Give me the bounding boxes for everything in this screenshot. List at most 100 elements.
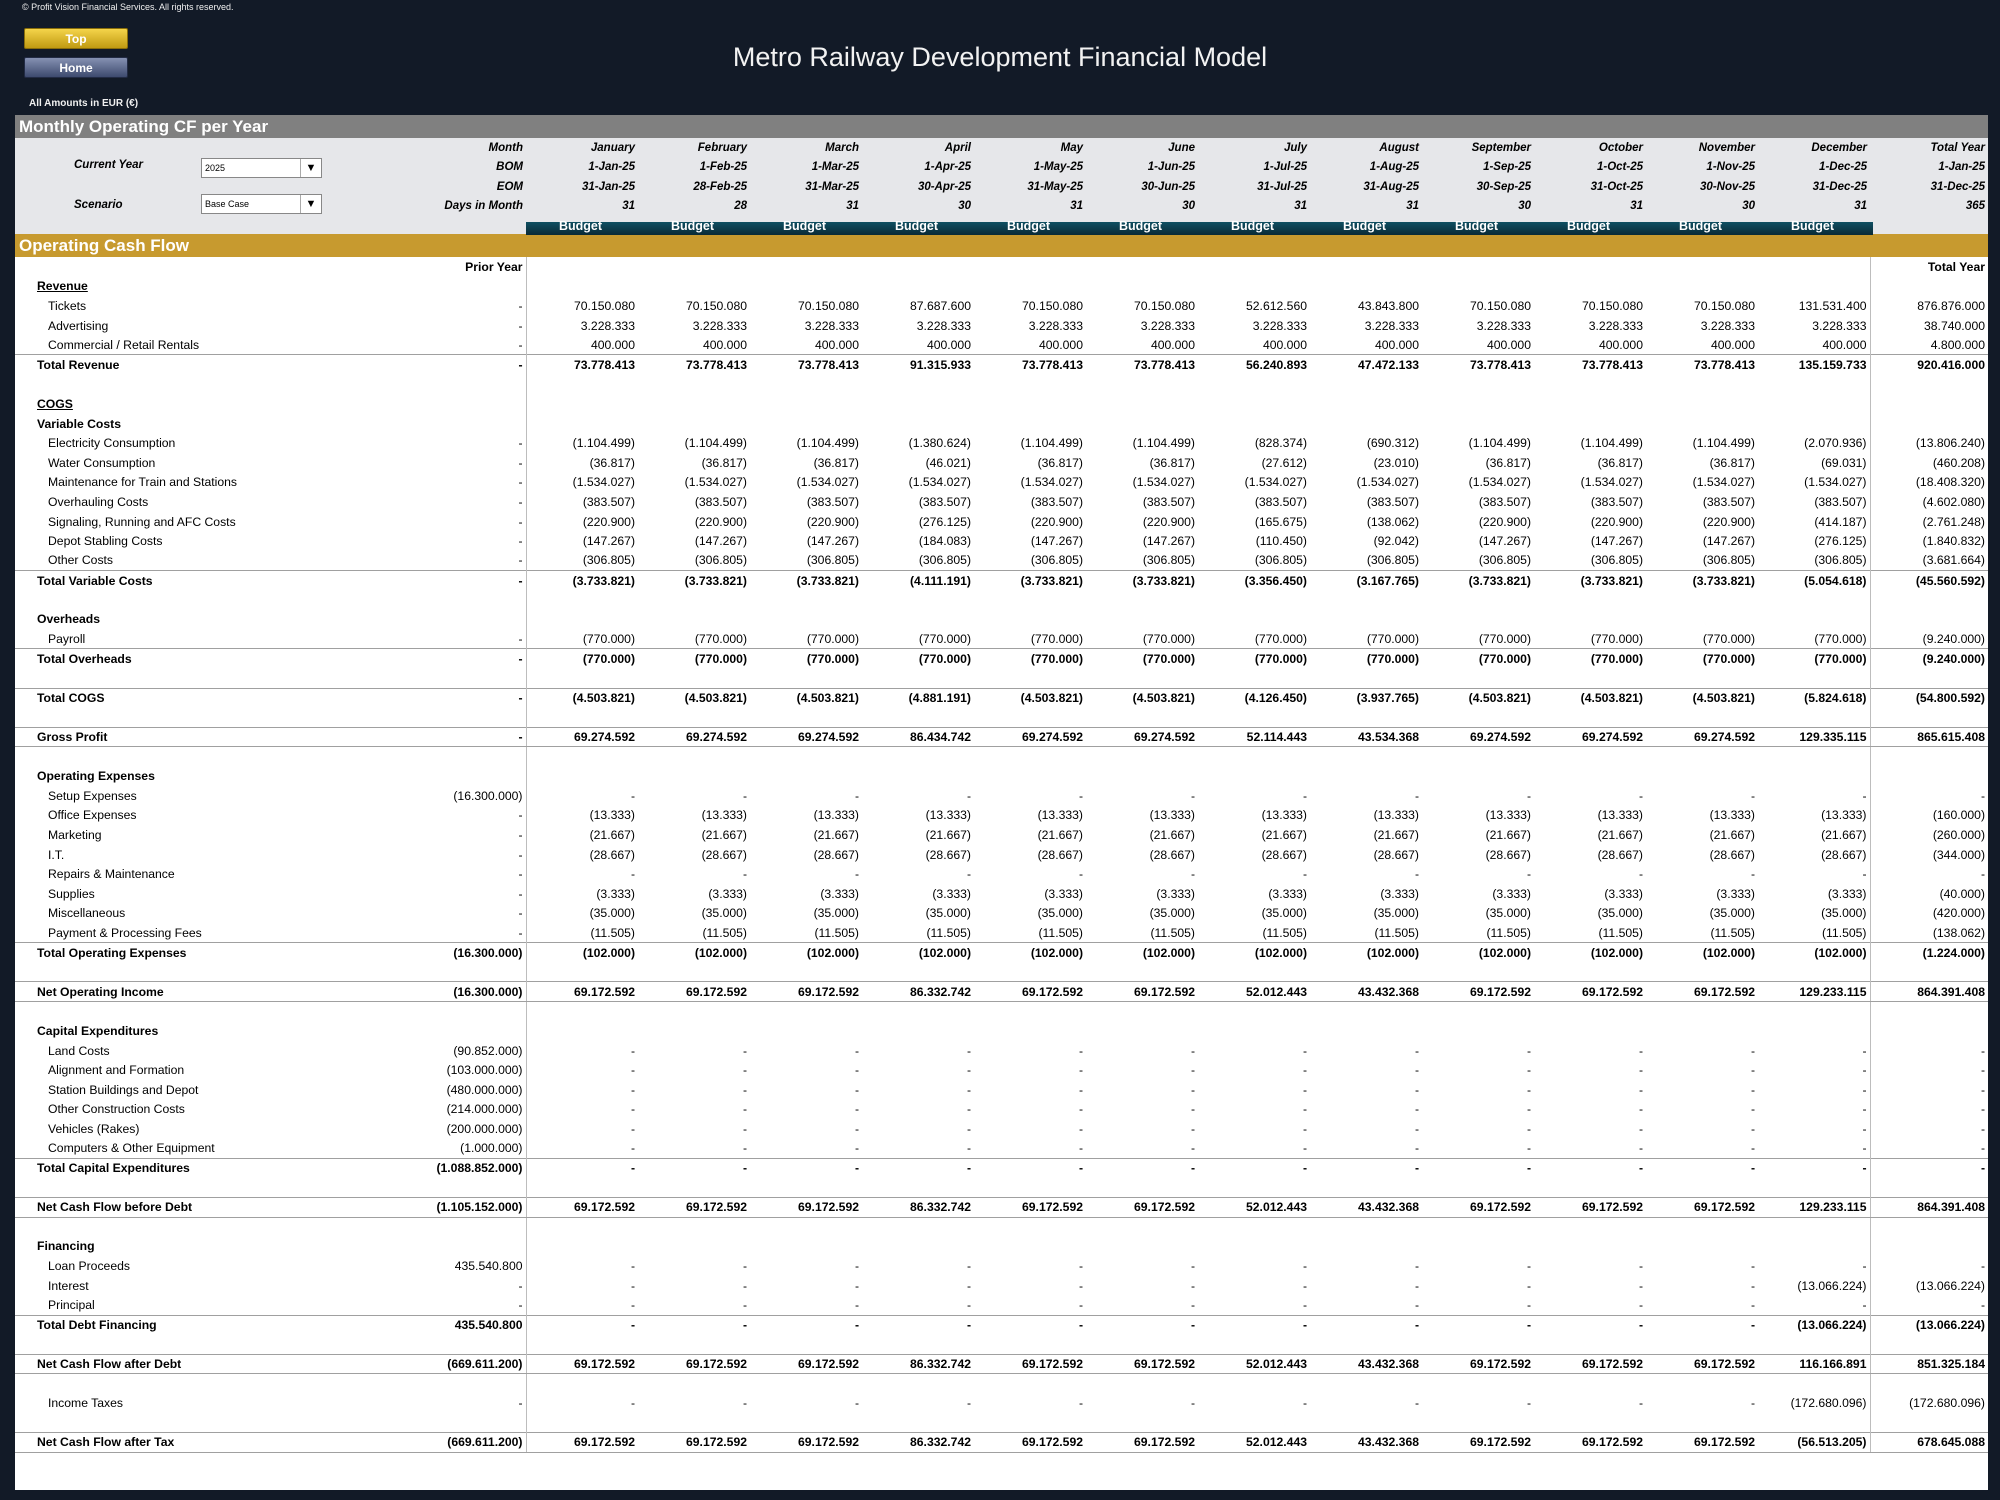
month-value: (220.900) (1030, 514, 1083, 529)
month-value: 400.000 (1486, 337, 1531, 352)
month-value: (3.733.821) (974, 570, 1086, 591)
row-label (15, 1374, 330, 1394)
month-value: (220.900) (582, 514, 635, 529)
month-value: - (1302, 1102, 1307, 1117)
month-value (526, 1413, 638, 1433)
prior-year-value: - (330, 472, 527, 493)
month-value: - (1302, 1082, 1307, 1097)
period-cell: 1-Jun-25 (1147, 161, 1195, 174)
month-value: - (638, 1314, 750, 1335)
month-value: 86.332.742 (862, 1197, 974, 1218)
month-value (1422, 394, 1534, 414)
month-value: 69.172.592 (1534, 1353, 1646, 1375)
month-value (1646, 1237, 1758, 1257)
month-value: - (1646, 1314, 1758, 1335)
month-value: (220.900) (806, 514, 859, 529)
total-year-value (1869, 1236, 1988, 1257)
month-value (1534, 1178, 1646, 1198)
data-row: Other Construction Costs (214.000.000) - - -… (15, 1099, 1988, 1120)
month-value: (220.900) (1478, 514, 1531, 529)
prior-year-value: (214.000.000) (330, 1099, 527, 1120)
month-value: (3.733.821) (1534, 570, 1646, 591)
month-value: 73.778.413 (1646, 354, 1758, 375)
month-value (1646, 394, 1758, 414)
page-title: Metro Railway Development Financial Mode… (732, 42, 1268, 72)
blank-cell (15, 216, 330, 236)
total-year-value: (260.000) (1869, 825, 1988, 845)
month-value: (110.450) (1255, 534, 1307, 549)
month-value (974, 414, 1086, 434)
month-value: (13.066.224) (1797, 1278, 1867, 1293)
month-value: - (1302, 1063, 1307, 1078)
row-label: Miscellaneous (48, 906, 126, 921)
month-value: - (1310, 1314, 1422, 1335)
month-value (1198, 747, 1310, 767)
month-value (1534, 590, 1646, 610)
month-value: 69.172.592 (1086, 1197, 1198, 1218)
row-label: Net Cash Flow after Tax (15, 1432, 330, 1453)
month-value: - (630, 1278, 635, 1293)
month-value (1758, 708, 1870, 728)
month-value: (21.667) (1037, 828, 1083, 843)
month-value (526, 708, 638, 728)
row-label (15, 375, 330, 395)
row-label: Total Revenue (15, 354, 330, 375)
month-value: (770.000) (1646, 648, 1758, 669)
month-value: 70.150.080 (686, 298, 747, 313)
month-value: (23.010) (1373, 455, 1419, 470)
month-value (638, 1374, 750, 1394)
section-heading-row: Financing (15, 1236, 1988, 1257)
data-row: Vehicles (Rakes) (200.000.000) - - - - - - - - - - -… (15, 1119, 1988, 1139)
month-value: (3.333) (708, 886, 747, 901)
total-row: Total Debt Financing 435.540.800- - - - - - - - -… (15, 1314, 1988, 1335)
budget-label: Budget (1454, 218, 1499, 233)
month-value (1758, 1335, 1870, 1355)
month-value: - (1078, 1063, 1083, 1078)
month-value: - (974, 1157, 1086, 1178)
blank-cell (1534, 257, 1646, 277)
section-heading-row: COGS (15, 394, 1988, 414)
month-value: - (854, 1043, 859, 1058)
month-value: - (1534, 1314, 1646, 1335)
month-value (526, 1374, 638, 1394)
total-year-value: 38.740.000 (1869, 315, 1988, 336)
month-value (1534, 1002, 1646, 1022)
row-label: BOM (496, 161, 523, 174)
month-value (1086, 1178, 1198, 1198)
blank-cell (974, 257, 1086, 277)
row-label: Principal (48, 1298, 95, 1313)
month-value: 73.778.413 (1534, 354, 1646, 375)
row-label: Loan Proceeds (48, 1259, 130, 1274)
row-label: Revenue (37, 279, 88, 294)
month-value: (36.817) (1709, 455, 1755, 470)
month-value: - (1414, 1102, 1419, 1117)
row-label: Interest (48, 1278, 89, 1293)
month-value: 69.172.592 (974, 1353, 1086, 1375)
month-value: (13.333) (1037, 808, 1083, 823)
prior-year-value: (669.611.200) (330, 1432, 527, 1453)
month-value: - (630, 1063, 635, 1078)
prior-year-value (330, 276, 527, 297)
month-value: - (1526, 1102, 1531, 1117)
period-cell: 1-Jan-25 (588, 161, 635, 174)
grand-total-row: Net Cash Flow after Debt (669.611.200) 69.… (15, 1353, 1988, 1375)
month-value: (3.333) (1380, 886, 1419, 901)
spacer-row (15, 1413, 1988, 1433)
period-cell: 1-Aug-25 (1369, 161, 1419, 174)
spacer-row (15, 962, 1988, 982)
month-value: (147.267) (1478, 534, 1531, 549)
month-value (1646, 590, 1758, 610)
spacer-row (15, 1177, 1988, 1198)
month-value: - (1750, 1259, 1755, 1274)
prior-year-value (330, 1373, 527, 1394)
month-value: 3.228.333 (1252, 318, 1307, 333)
month-value: (770.000) (694, 631, 747, 646)
month-value: - (1190, 1102, 1195, 1117)
month-value (1198, 708, 1310, 728)
period-cell: 1-Jul-25 (1263, 161, 1307, 174)
blank-cell (330, 216, 526, 236)
budget-label: Budget (894, 218, 939, 233)
prior-year-value: (669.611.200) (330, 1353, 527, 1375)
month-value: - (1862, 1141, 1867, 1156)
month-value (1646, 375, 1758, 395)
